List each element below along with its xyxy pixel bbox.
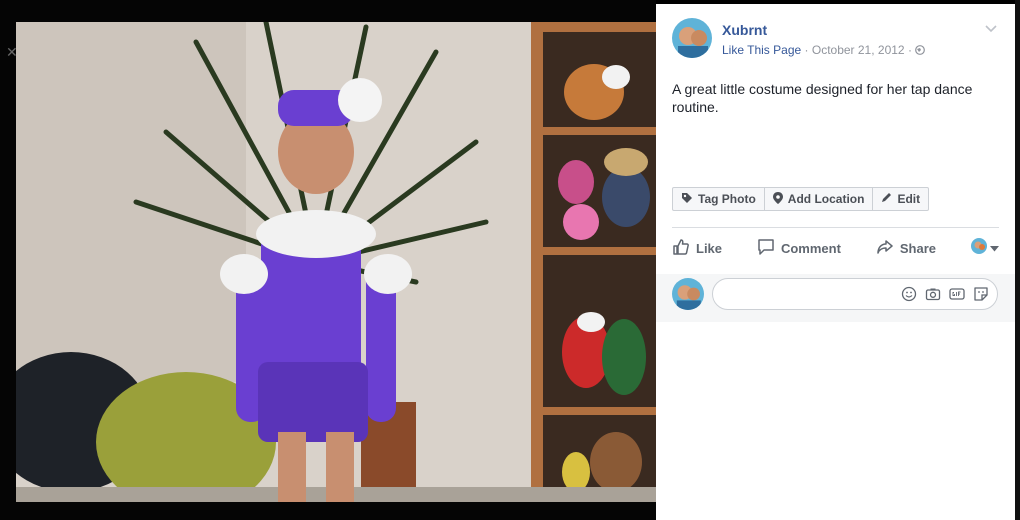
thumbs-up-icon [672,238,690,259]
share-label: Share [899,240,937,256]
divider [672,227,999,228]
reaction-profile-selector[interactable] [970,237,999,259]
post-panel: Xubrnt Like This Page · October 21, 2012… [656,4,1015,520]
viewer-edge [1015,0,1020,520]
share-button[interactable]: Share [876,238,936,259]
like-label: Like [696,240,723,256]
commenter-avatar [672,278,704,310]
photo-viewer-stage: ✕ [0,0,656,520]
speech-bubble-icon [757,238,775,259]
tag-photo-button[interactable]: Tag Photo [673,188,765,210]
author-name[interactable]: Xubrnt [722,22,767,38]
comment-label: Comment [780,240,841,256]
post-action-bar: Like Comment Share [672,236,999,260]
camera-icon[interactable] [925,286,941,302]
meta-separator: · [907,43,912,57]
gif-icon[interactable] [949,286,965,302]
post-meta: Like This Page · October 21, 2012 · [722,43,926,57]
pencil-icon [881,192,892,206]
author-avatar[interactable] [672,18,712,58]
add-location-label: Add Location [787,192,865,206]
share-arrow-icon [876,238,894,259]
post-caption: A great little costume designed for her … [672,81,973,115]
comment-tool-icons [901,286,989,302]
like-button[interactable]: Like [672,238,722,259]
comment-button[interactable]: Comment [757,238,841,259]
comment-input[interactable] [712,278,998,310]
sticker-icon[interactable] [973,286,989,302]
globe-icon [915,43,926,57]
edit-label: Edit [897,192,921,206]
location-pin-icon [772,191,783,207]
emoji-icon[interactable] [901,286,917,302]
comment-composer [656,274,1015,322]
edit-button[interactable]: Edit [873,188,928,210]
tag-photo-label: Tag Photo [698,192,756,206]
meta-separator: · [804,43,809,57]
photo-action-bar: Tag Photo Add Location Edit [672,187,930,211]
tag-icon [681,192,693,207]
add-location-button[interactable]: Add Location [765,188,874,210]
caret-down-icon [989,239,999,257]
profile-mini-avatar [970,237,987,259]
like-page-link[interactable]: Like This Page [722,43,801,57]
post-photo[interactable] [16,22,656,502]
post-date[interactable]: October 21, 2012 [812,43,905,57]
chevron-down-icon[interactable] [985,22,997,36]
